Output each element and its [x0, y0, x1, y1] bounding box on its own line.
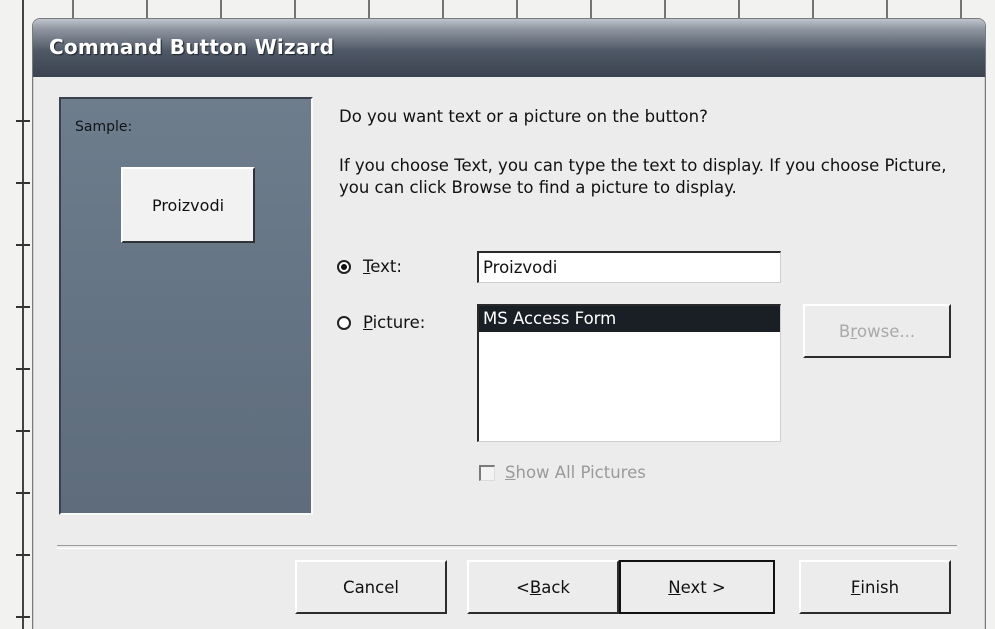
- question-text: Do you want text or a picture on the but…: [339, 107, 708, 126]
- cancel-button[interactable]: Cancel: [295, 560, 447, 614]
- picture-list-item[interactable]: MS Access Form: [479, 306, 780, 332]
- show-all-pictures-label: Show All Pictures: [505, 463, 646, 482]
- browse-button[interactable]: Br owse...: [803, 304, 951, 358]
- sample-button-text: Proizvodi: [151, 195, 225, 215]
- show-all-pictures-option[interactable]: Show All Pictures: [479, 463, 646, 482]
- dialog-title: Command Button Wizard: [49, 35, 335, 59]
- explanation-text: If you choose Text, you can type the tex…: [339, 156, 947, 197]
- show-all-pictures-checkbox[interactable]: [479, 464, 495, 481]
- command-button-wizard-dialog: Command Button Wizard Sample: Proizvodi …: [32, 18, 986, 629]
- picture-radio[interactable]: [337, 315, 351, 330]
- text-radio-label: Text:: [363, 257, 402, 276]
- sample-button-preview: Proizvodi: [121, 167, 255, 243]
- back-button[interactable]: < Back: [467, 560, 619, 614]
- background-ticks: [16, 60, 30, 620]
- button-text-input[interactable]: [477, 251, 781, 283]
- screen: Command Button Wizard Sample: Proizvodi …: [0, 0, 995, 629]
- footer-separator: [57, 545, 957, 549]
- picture-list[interactable]: MS Access Form: [477, 304, 781, 442]
- sample-label: Sample:: [75, 119, 133, 135]
- sample-preview-panel: Sample: Proizvodi: [59, 97, 313, 515]
- text-radio[interactable]: [337, 259, 351, 274]
- next-button[interactable]: Next >: [619, 560, 775, 614]
- picture-option[interactable]: Picture:: [337, 313, 425, 332]
- title-bar[interactable]: Command Button Wizard: [33, 19, 985, 77]
- picture-radio-label: Picture:: [363, 313, 426, 332]
- text-option[interactable]: Text:: [337, 257, 402, 276]
- finish-button[interactable]: Finish: [799, 560, 951, 614]
